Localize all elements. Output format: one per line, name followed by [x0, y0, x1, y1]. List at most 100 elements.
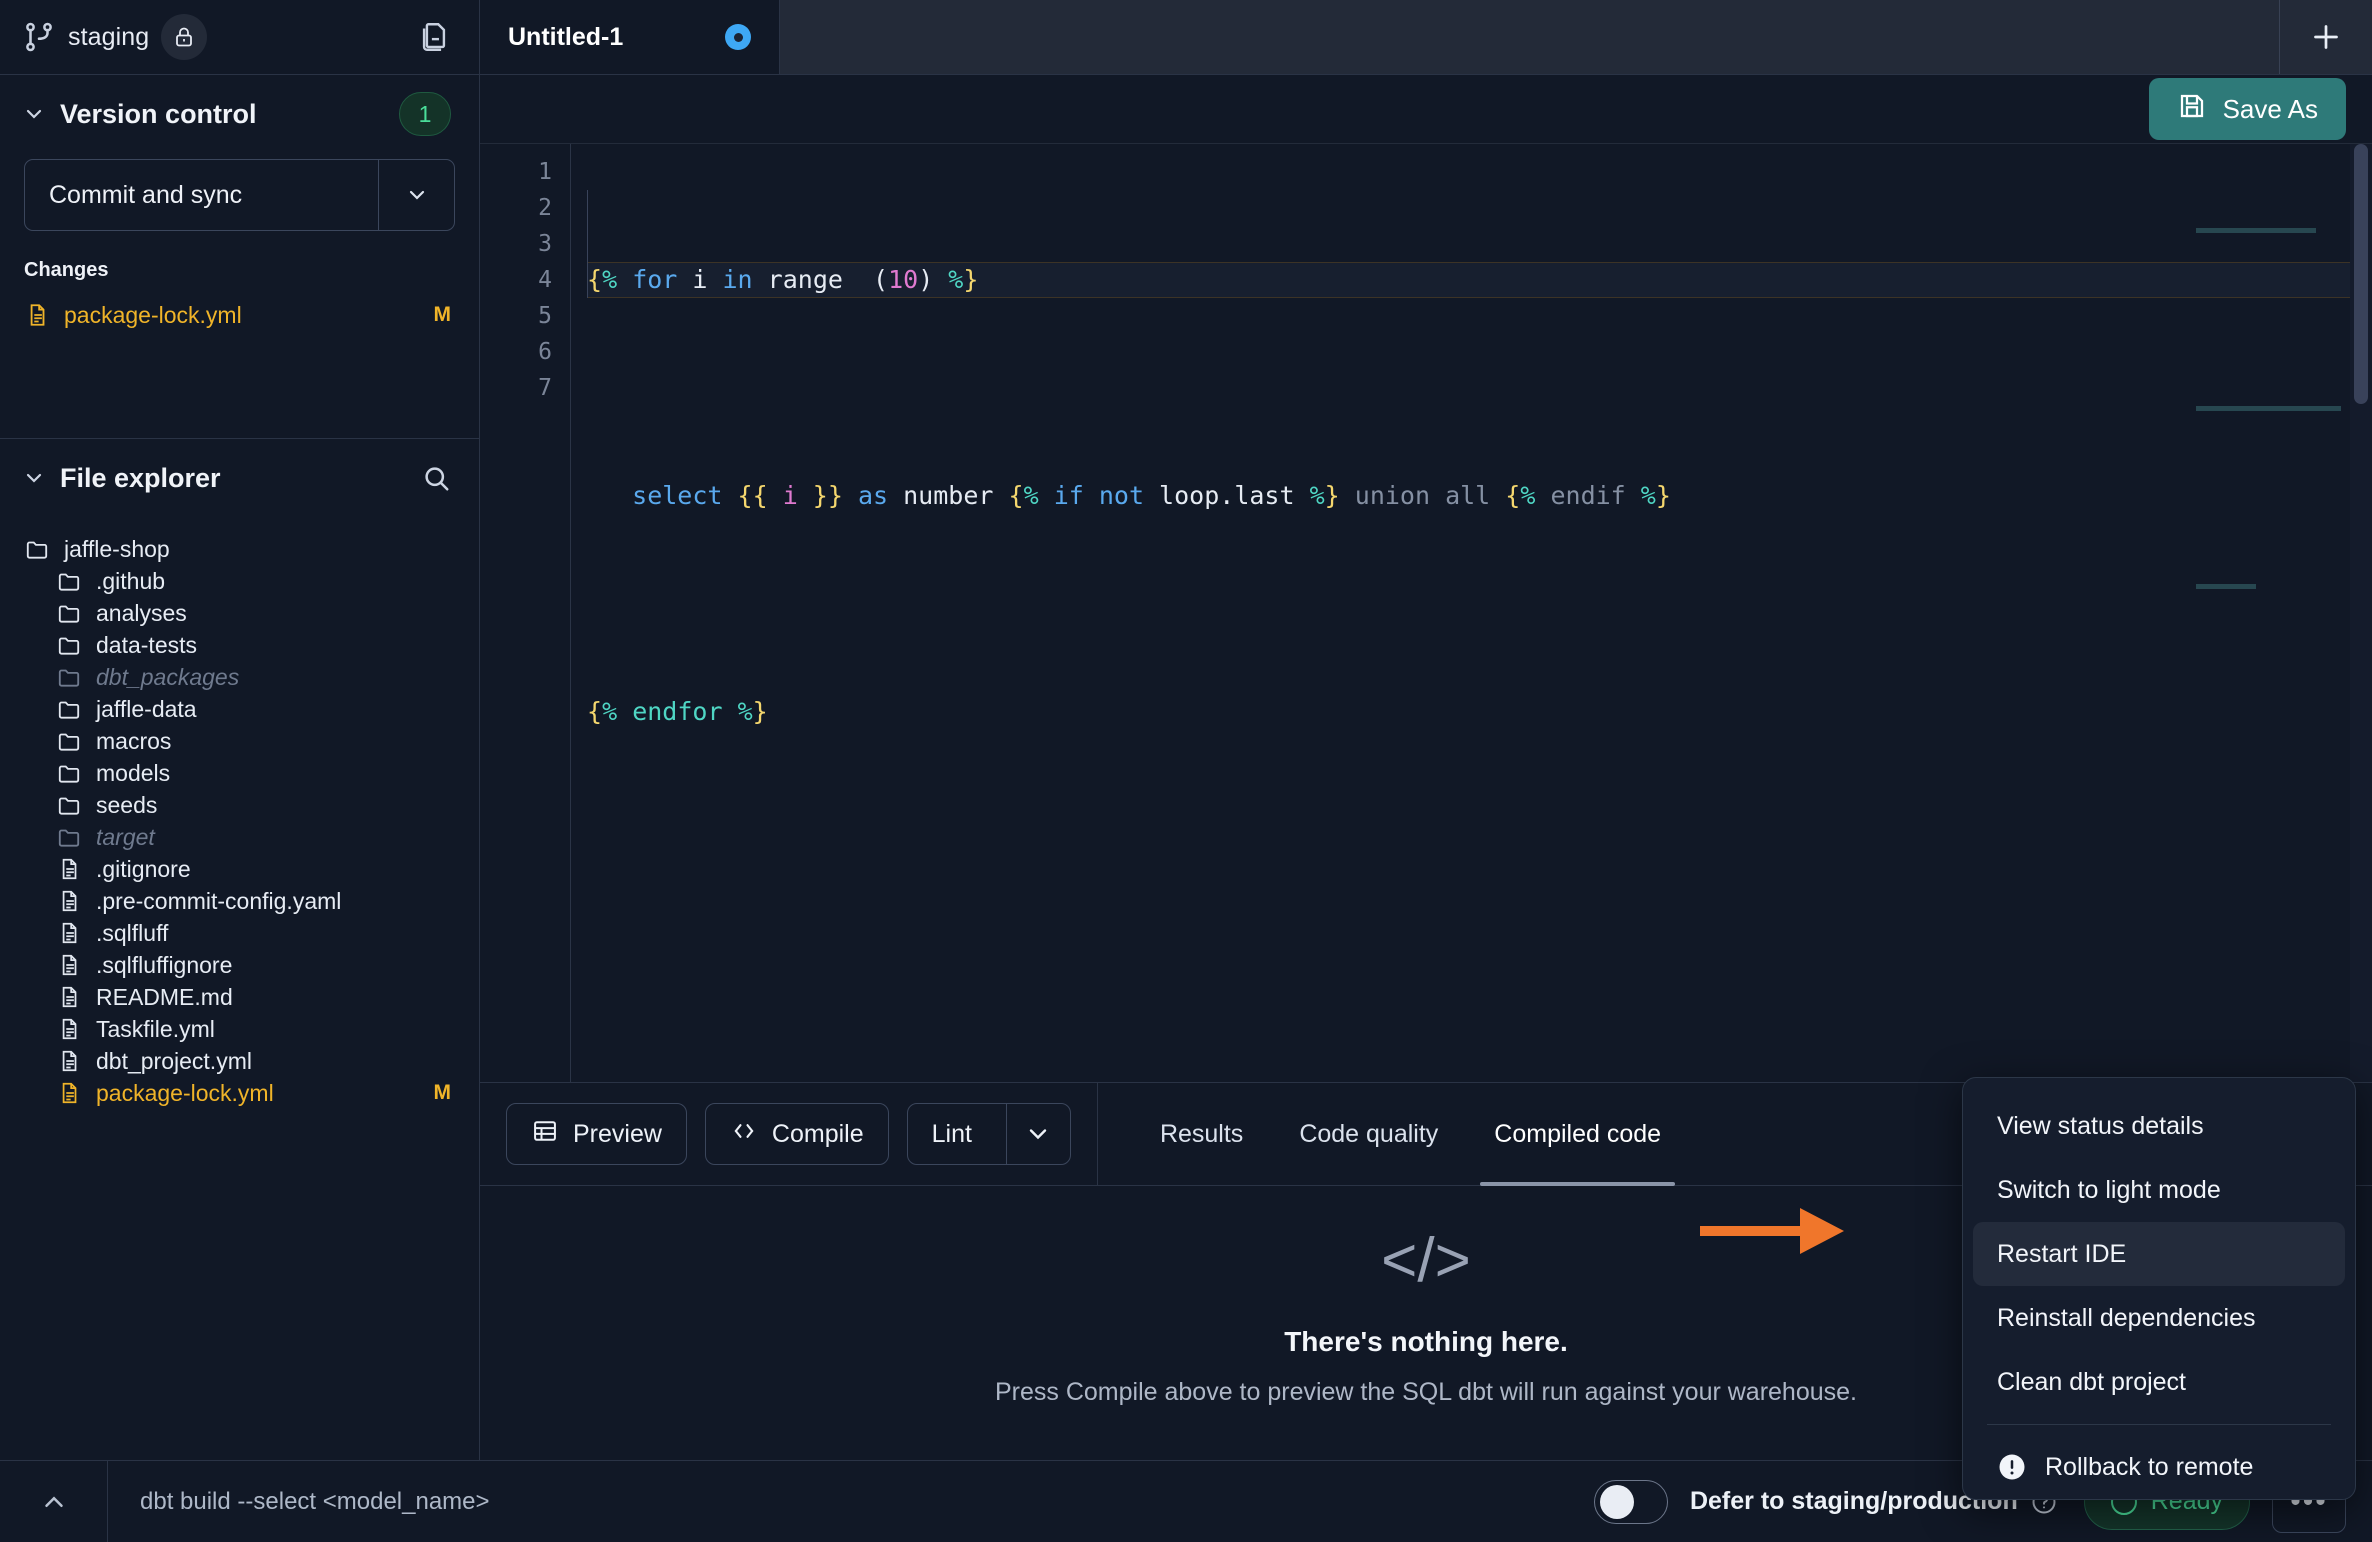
panel-tab-compiled-code[interactable]: Compiled code: [1466, 1083, 1689, 1185]
git-branch-icon: [22, 20, 56, 54]
tree-folder-row[interactable]: macros: [0, 725, 479, 757]
code-line-1[interactable]: {% for i in range (10) %}: [587, 262, 2372, 298]
tree-file-row[interactable]: .sqlfluff: [0, 917, 479, 949]
code-line-5[interactable]: {% endfor %}: [587, 694, 2372, 730]
changed-file-name: package-lock.yml: [64, 302, 434, 329]
tree-folder-row[interactable]: target: [0, 821, 479, 853]
menu-item-clean-dbt-project[interactable]: Clean dbt project: [1973, 1350, 2345, 1414]
code-line-3[interactable]: select {{ i }} as number {% if not loop.…: [587, 478, 2372, 514]
tree-file-row[interactable]: README.md: [0, 981, 479, 1013]
code-area[interactable]: {% for i in range (10) %} select {{ i }}…: [570, 144, 2372, 1082]
code-line-7[interactable]: [587, 910, 2372, 946]
indent-guide: [587, 190, 588, 298]
file-tree: jaffle-shop.githubanalysesdata-testsdbt_…: [0, 517, 479, 1460]
folder-icon: [56, 728, 82, 754]
lock-icon[interactable]: [161, 14, 207, 60]
menu-item-switch-to-light-mode[interactable]: Switch to light mode: [1973, 1158, 2345, 1222]
file-icon: [56, 984, 82, 1010]
lint-button[interactable]: Lint: [907, 1103, 1071, 1165]
tree-item-label: .gitignore: [96, 856, 451, 883]
tree-file-row[interactable]: dbt_project.yml: [0, 1045, 479, 1077]
file-icon: [56, 1080, 82, 1106]
action-buttons: Preview Compile Lint: [480, 1083, 1097, 1185]
commit-dropdown-toggle[interactable]: [378, 160, 454, 230]
changed-file-row[interactable]: package-lock.yml M: [0, 292, 479, 338]
panel-tab-code-quality[interactable]: Code quality: [1271, 1083, 1466, 1185]
search-icon[interactable]: [421, 463, 451, 493]
empty-state-subtitle: Press Compile above to preview the SQL d…: [995, 1378, 1857, 1407]
branch-name[interactable]: staging: [68, 23, 149, 52]
folder-icon: [56, 760, 82, 786]
file-icon: [56, 856, 82, 882]
chevron-down-icon[interactable]: [1006, 1104, 1070, 1164]
menu-item-reinstall-dependencies[interactable]: Reinstall dependencies: [1973, 1286, 2345, 1350]
tree-file-row[interactable]: Taskfile.yml: [0, 1013, 479, 1045]
file-icon: [24, 302, 50, 328]
file-icon: [56, 888, 82, 914]
chevron-up-icon[interactable]: [0, 1461, 108, 1542]
tree-item-label: target: [96, 824, 451, 851]
code-line-4[interactable]: [587, 586, 2372, 622]
changes-count-badge: 1: [399, 92, 451, 136]
code-line-2[interactable]: [587, 370, 2372, 406]
tab-untitled-1[interactable]: Untitled-1: [480, 0, 780, 74]
menu-item-label: Clean dbt project: [1997, 1368, 2186, 1397]
folder-icon: [56, 696, 82, 722]
line-number: 5: [480, 298, 552, 334]
tree-folder-row[interactable]: seeds: [0, 789, 479, 821]
folder-icon: [56, 824, 82, 850]
tree-folder-row[interactable]: models: [0, 757, 479, 789]
save-bar: Save As: [480, 75, 2372, 143]
line-number: 6: [480, 334, 552, 370]
tree-folder-row[interactable]: jaffle-data: [0, 693, 479, 725]
defer-toggle[interactable]: [1594, 1480, 1668, 1524]
tree-item-label: data-tests: [96, 632, 451, 659]
scrollbar-thumb[interactable]: [2354, 144, 2368, 404]
code-editor[interactable]: 1234567 {% for i in range (10) %} select…: [480, 143, 2372, 1082]
tree-item-label: .github: [96, 568, 451, 595]
tree-item-label: README.md: [96, 984, 451, 1011]
menu-item-restart-ide[interactable]: Restart IDE: [1973, 1222, 2345, 1286]
menu-item-rollback-to-remote[interactable]: Rollback to remote: [1973, 1435, 2345, 1499]
tree-folder-row[interactable]: analyses: [0, 597, 479, 629]
table-icon: [531, 1117, 559, 1152]
tree-folder-row[interactable]: .github: [0, 565, 479, 597]
tree-item-label: Taskfile.yml: [96, 1016, 451, 1043]
plus-icon[interactable]: [2280, 0, 2372, 74]
commit-and-sync-button[interactable]: Commit and sync: [24, 159, 455, 231]
panel-tab-results[interactable]: Results: [1132, 1083, 1271, 1185]
version-control-section: Version control 1 Commit and sync Change…: [0, 75, 479, 439]
changed-file-status: M: [434, 303, 452, 327]
version-control-header[interactable]: Version control 1: [0, 75, 479, 153]
line-number: 7: [480, 370, 552, 406]
tree-folder-row[interactable]: data-tests: [0, 629, 479, 661]
tree-file-row[interactable]: .pre-commit-config.yaml: [0, 885, 479, 917]
lint-label: Lint: [908, 1120, 992, 1149]
sidebar: staging: [0, 0, 480, 1460]
tree-item-label: analyses: [96, 600, 451, 627]
tree-file-row[interactable]: package-lock.ymlM: [0, 1077, 479, 1109]
save-as-button[interactable]: Save As: [2149, 78, 2346, 140]
tree-item-label: package-lock.yml: [96, 1080, 434, 1107]
editor-minimap[interactable]: [2196, 144, 2346, 1082]
tree-folder-row[interactable]: dbt_packages: [0, 661, 479, 693]
preview-button[interactable]: Preview: [506, 1103, 687, 1165]
file-explorer-header[interactable]: File explorer: [0, 439, 479, 517]
floppy-disk-icon: [2177, 91, 2207, 128]
menu-item-view-status-details[interactable]: View status details: [1973, 1094, 2345, 1158]
folder-icon: [56, 664, 82, 690]
chevron-down-icon: [22, 466, 46, 490]
tab-strip-filler: [780, 0, 2280, 74]
panel-tab-label: Code quality: [1299, 1120, 1438, 1149]
unsaved-dot-icon[interactable]: [725, 24, 751, 50]
tree-file-row[interactable]: .gitignore: [0, 853, 479, 885]
code-line-6[interactable]: [587, 802, 2372, 838]
editor-scrollbar[interactable]: [2350, 144, 2372, 1082]
tree-folder-row[interactable]: jaffle-shop: [0, 533, 479, 565]
folder-icon: [56, 632, 82, 658]
copy-file-icon[interactable]: [417, 20, 451, 54]
tree-file-row[interactable]: .sqlfluffignore: [0, 949, 479, 981]
compile-button[interactable]: Compile: [705, 1103, 889, 1165]
command-hint[interactable]: dbt build --select <model_name>: [108, 1488, 1594, 1516]
line-number: 4: [480, 262, 552, 298]
